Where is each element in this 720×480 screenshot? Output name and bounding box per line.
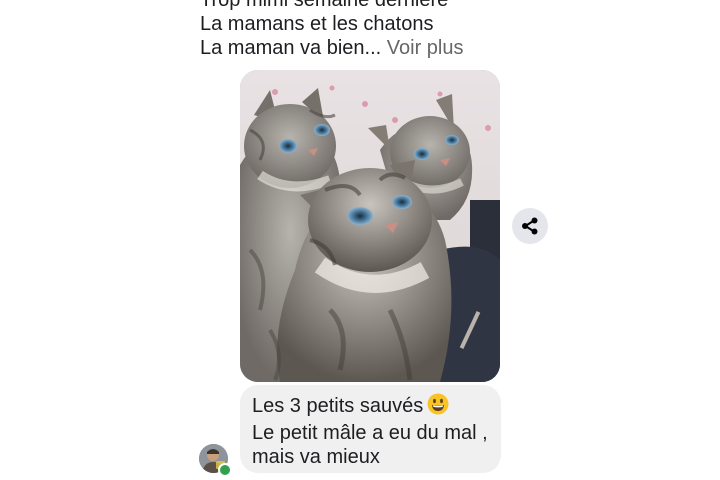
previous-message-line: La maman va bien... xyxy=(200,37,382,59)
share-icon xyxy=(522,217,538,235)
message-line: Les 3 petits sauvés xyxy=(252,395,424,417)
message-line: mais va mieux xyxy=(252,446,380,468)
previous-message-line: La mamans et les chatons xyxy=(200,13,434,35)
kittens-photo[interactable] xyxy=(240,70,500,382)
grinning-face-emoji-icon xyxy=(427,393,449,421)
message-bubble[interactable]: Les 3 petits sauvés Le petit mâle a eu d… xyxy=(240,385,501,473)
online-status-indicator xyxy=(218,463,232,477)
previous-message-text: Trop mimi semaine dernière La mamans et … xyxy=(200,0,530,60)
message-line-with-emoji: Les 3 petits sauvés xyxy=(252,393,489,421)
see-more-link[interactable]: Voir plus xyxy=(387,37,464,59)
message-line: Le petit mâle a eu du mal , xyxy=(252,422,488,444)
previous-message-line: Trop mimi semaine dernière xyxy=(200,0,449,11)
conversation-view: Trop mimi semaine dernière La mamans et … xyxy=(0,0,720,480)
share-button[interactable] xyxy=(512,208,548,244)
kittens-photo-image xyxy=(240,70,500,382)
previous-message-last-line: La maman va bien... Voir plus xyxy=(200,36,530,60)
